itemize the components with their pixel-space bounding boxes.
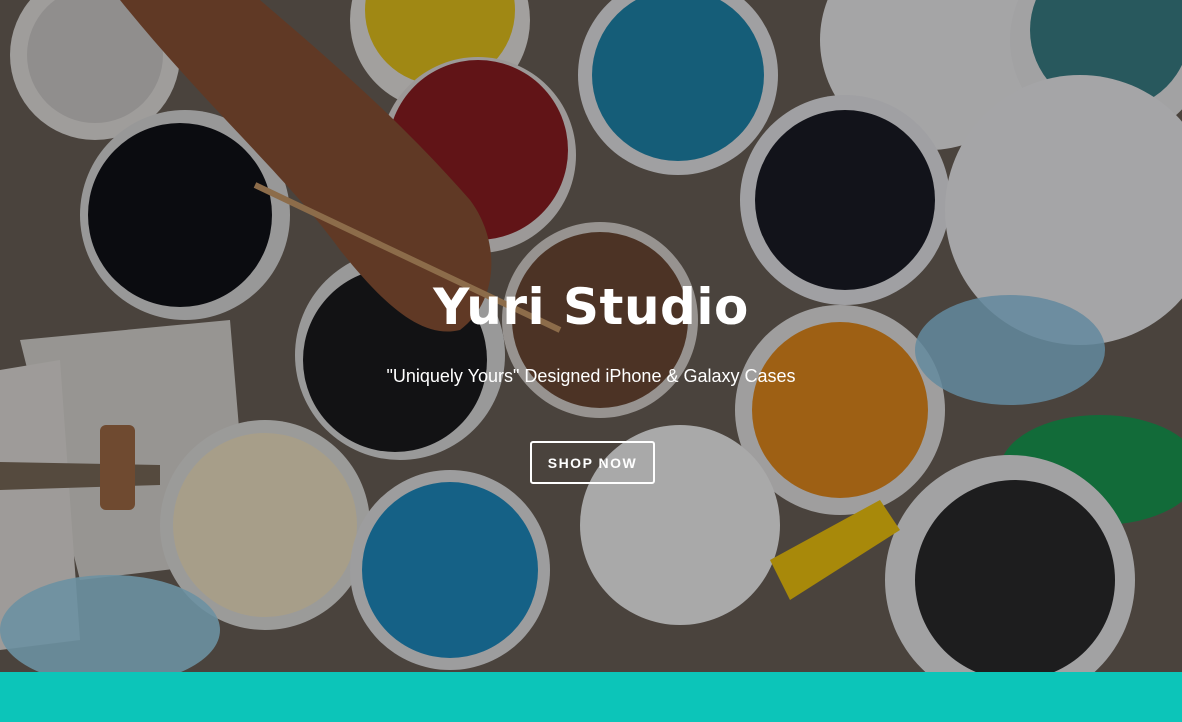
hero-dark-overlay (0, 0, 1182, 672)
shop-now-button[interactable]: SHOP NOW (530, 441, 655, 484)
accent-footer-band (0, 672, 1182, 722)
hero-section: Yuri Studio "Uniquely Yours" Designed iP… (0, 0, 1182, 672)
hero-title: Yuri Studio (433, 278, 749, 336)
hero-subtitle: "Uniquely Yours" Designed iPhone & Galax… (386, 366, 796, 386)
